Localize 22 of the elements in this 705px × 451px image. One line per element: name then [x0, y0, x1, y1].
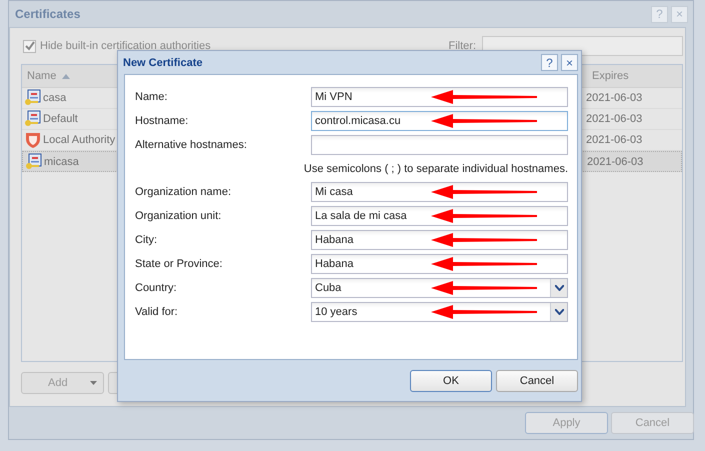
- table-cell: micasa: [44, 156, 79, 168]
- field-label: State or Province:: [135, 258, 224, 270]
- field-label: Hostname:: [135, 115, 190, 127]
- field-label: Valid for:: [135, 306, 179, 318]
- field-label: Alternative hostnames:: [135, 139, 248, 151]
- dialog-title: New Certificate: [123, 56, 202, 68]
- field-label: Organization unit:: [135, 210, 222, 222]
- filter-label: Filter:: [448, 40, 476, 52]
- hint-text: Use semicolons ( ; ) to separate individual hostnames.: [304, 162, 568, 174]
- window-title: Certificates: [15, 7, 80, 21]
- table-cell: 2021-06-03: [586, 92, 642, 104]
- table-cell: casa: [43, 92, 66, 104]
- table-cell: Local Authority: [43, 134, 116, 146]
- field-label: City:: [135, 234, 158, 246]
- table-cell: Default: [43, 113, 78, 125]
- field-label: Name:: [135, 91, 168, 103]
- field-label: Country:: [135, 282, 178, 294]
- table-cell: 2021-06-03: [586, 134, 642, 146]
- table-cell: 2021-06-03: [587, 156, 644, 168]
- table-cell: 2021-06-03: [586, 113, 642, 125]
- field-label: Organization name:: [135, 186, 232, 198]
- checkbox-label: Hide built-in certification authorities: [40, 40, 211, 52]
